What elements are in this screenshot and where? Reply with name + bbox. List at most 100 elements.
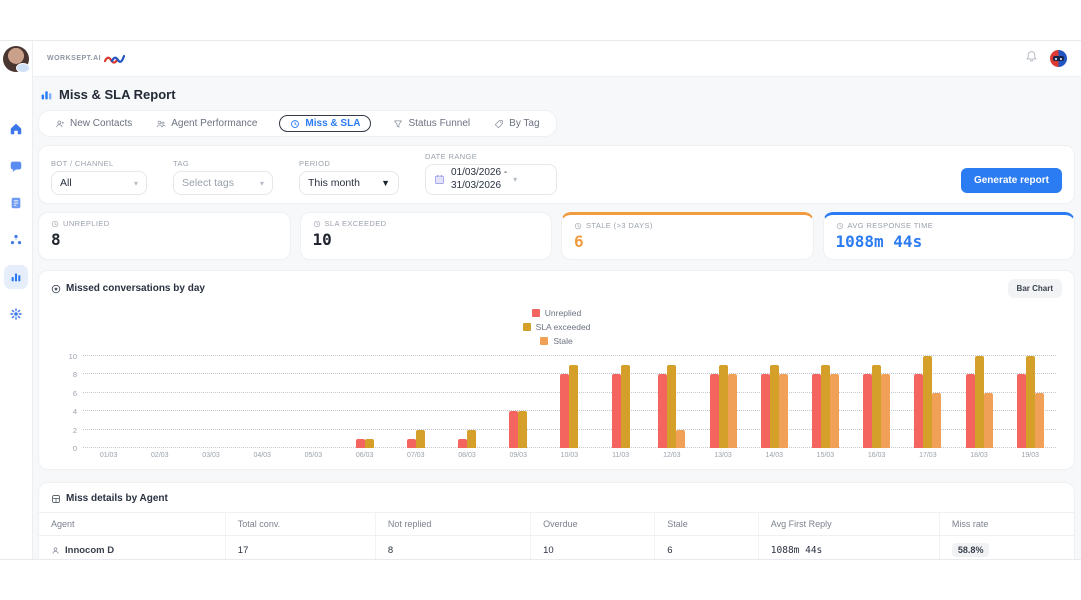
bar-unreplied[interactable] bbox=[458, 439, 467, 448]
bar-sla-exceeded[interactable] bbox=[770, 365, 779, 448]
cell-miss_rate: 58.8% bbox=[939, 536, 1074, 560]
bar-chart-toggle-button[interactable]: Bar Chart bbox=[1008, 279, 1062, 298]
bar-sla-exceeded[interactable] bbox=[923, 356, 932, 448]
chart-title: Missed conversations by day bbox=[66, 283, 205, 294]
bot-channel-select[interactable]: All▾ bbox=[51, 171, 147, 195]
x-tick-label: 05/03 bbox=[288, 452, 339, 459]
sidebar-item-chats[interactable] bbox=[4, 154, 28, 178]
bar-stale[interactable] bbox=[728, 374, 737, 448]
bar-sla-exceeded[interactable] bbox=[1026, 356, 1035, 448]
topbar: WORKSEPT.AI bbox=[33, 41, 1081, 77]
y-tick-label: 10 bbox=[55, 352, 77, 361]
bar-group-04-03 bbox=[237, 356, 288, 448]
sidebar-item-flows[interactable] bbox=[4, 228, 28, 252]
bar-sla-exceeded[interactable] bbox=[467, 430, 476, 448]
bar-unreplied[interactable] bbox=[612, 374, 621, 448]
bar-stale[interactable] bbox=[779, 374, 788, 448]
bar-stale[interactable] bbox=[676, 430, 685, 448]
bar-unreplied[interactable] bbox=[356, 439, 365, 448]
bar-group-01-03 bbox=[83, 356, 134, 448]
date-range-picker[interactable]: 01/03/2026 - 31/03/2026 ▾ bbox=[425, 164, 557, 195]
cell-avg_first_reply: 1088m 44s bbox=[758, 536, 939, 560]
y-tick-label: 8 bbox=[55, 370, 77, 379]
stat-label-text: AVG RESPONSE TIME bbox=[848, 221, 934, 230]
tab-by-tag[interactable]: By Tag bbox=[492, 116, 541, 131]
tag-label: TAG bbox=[173, 159, 273, 168]
bar-unreplied[interactable] bbox=[658, 374, 667, 448]
agent-name-text: Innocom D bbox=[65, 545, 114, 556]
bar-sla-exceeded[interactable] bbox=[821, 365, 830, 448]
bar-stale[interactable] bbox=[984, 393, 993, 448]
bar-chart-icon bbox=[9, 270, 23, 284]
bar-unreplied[interactable] bbox=[560, 374, 569, 448]
bot-assistant-avatar[interactable] bbox=[1050, 50, 1067, 67]
tab-status-funnel[interactable]: Status Funnel bbox=[391, 116, 472, 131]
bar-group-12-03 bbox=[646, 356, 697, 448]
bar-stale[interactable] bbox=[932, 393, 941, 448]
date-range-end: 31/03/2026 bbox=[451, 180, 507, 193]
tab-label: New Contacts bbox=[70, 118, 132, 129]
bar-unreplied[interactable] bbox=[863, 374, 872, 448]
bar-unreplied[interactable] bbox=[710, 374, 719, 448]
bar-unreplied[interactable] bbox=[509, 411, 518, 448]
bar-unreplied[interactable] bbox=[914, 374, 923, 448]
x-tick-label: 08/03 bbox=[441, 452, 492, 459]
legend-item-unreplied: Unreplied bbox=[532, 308, 581, 318]
stat-label: SLA EXCEEDED bbox=[313, 219, 540, 228]
report-icon bbox=[40, 88, 53, 101]
agent-table-card: Miss details by Agent AgentTotal conv.No… bbox=[38, 482, 1075, 559]
generate-report-button[interactable]: Generate report bbox=[961, 168, 1062, 193]
bar-sla-exceeded[interactable] bbox=[975, 356, 984, 448]
bar-unreplied[interactable] bbox=[1017, 374, 1026, 448]
period-select[interactable]: This month▼ bbox=[299, 171, 399, 195]
nodes-icon bbox=[9, 233, 23, 247]
bar-sla-exceeded[interactable] bbox=[569, 365, 578, 448]
bar-sla-exceeded[interactable] bbox=[667, 365, 676, 448]
bar-sla-exceeded[interactable] bbox=[518, 411, 527, 448]
bar-unreplied[interactable] bbox=[761, 374, 770, 448]
bar-stale[interactable] bbox=[830, 374, 839, 448]
bar-stale[interactable] bbox=[1035, 393, 1044, 448]
legend-label: Unreplied bbox=[545, 308, 581, 318]
bar-sla-exceeded[interactable] bbox=[872, 365, 881, 448]
column-header-avg-first-reply: Avg First Reply bbox=[758, 513, 939, 536]
grid-icon bbox=[51, 494, 61, 504]
x-tick-label: 10/03 bbox=[544, 452, 595, 459]
stat-card-stale-3-days-: STALE (>3 DAYS)6 bbox=[561, 212, 814, 260]
bar-group-17-03 bbox=[902, 356, 953, 448]
bar-unreplied[interactable] bbox=[812, 374, 821, 448]
bar-group-18-03 bbox=[953, 356, 1004, 448]
bar-stale[interactable] bbox=[881, 374, 890, 448]
bar-group-03-03 bbox=[185, 356, 236, 448]
user-avatar[interactable] bbox=[3, 46, 29, 72]
x-tick-label: 13/03 bbox=[697, 452, 748, 459]
bar-sla-exceeded[interactable] bbox=[416, 430, 425, 448]
bell-icon[interactable] bbox=[1025, 50, 1038, 68]
x-tick-label: 16/03 bbox=[851, 452, 902, 459]
sidebar-item-home[interactable] bbox=[4, 117, 28, 141]
bar-sla-exceeded[interactable] bbox=[365, 439, 374, 448]
bar-sla-exceeded[interactable] bbox=[719, 365, 728, 448]
tab-miss-sla[interactable]: Miss & SLA bbox=[279, 115, 371, 132]
stat-value: 6 bbox=[574, 232, 801, 251]
tab-agent-performance[interactable]: Agent Performance bbox=[154, 116, 259, 131]
bar-unreplied[interactable] bbox=[407, 439, 416, 448]
chart-legend: UnrepliedSLA exceededStale bbox=[51, 308, 1062, 346]
sidebar-item-settings[interactable] bbox=[4, 302, 28, 326]
date-range-start: 01/03/2026 - bbox=[451, 167, 507, 180]
bar-unreplied[interactable] bbox=[966, 374, 975, 448]
calendar-icon bbox=[434, 174, 445, 185]
bar-sla-exceeded[interactable] bbox=[621, 365, 630, 448]
tag-select[interactable]: Select tags▾ bbox=[173, 171, 273, 195]
x-tick-label: 12/03 bbox=[646, 452, 697, 459]
cell-overdue: 10 bbox=[531, 536, 655, 560]
tab-new-contacts[interactable]: New Contacts bbox=[53, 116, 134, 131]
legend-item-sla-exceeded: SLA exceeded bbox=[523, 322, 591, 332]
notebook-icon bbox=[9, 196, 23, 210]
sidebar-item-reports[interactable] bbox=[4, 265, 28, 289]
bar-group-06-03 bbox=[339, 356, 390, 448]
cell-stale: 6 bbox=[655, 536, 759, 560]
x-tick-label: 02/03 bbox=[134, 452, 185, 459]
sidebar-item-contacts[interactable] bbox=[4, 191, 28, 215]
bar-group-16-03 bbox=[851, 356, 902, 448]
